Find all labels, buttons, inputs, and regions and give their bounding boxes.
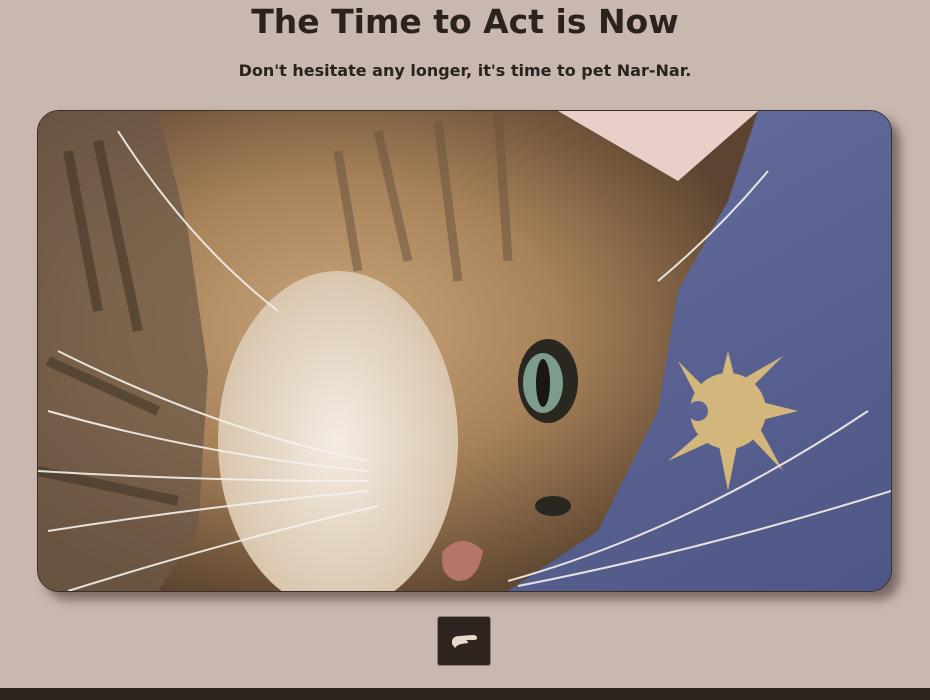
page: The Time to Act is Now Don't hesitate an… [0, 0, 930, 700]
cat-photo [37, 110, 892, 592]
pet-button[interactable] [437, 616, 491, 666]
petting-hand-icon [449, 630, 479, 653]
page-title: The Time to Act is Now [251, 2, 679, 41]
footer-bar [0, 688, 930, 700]
cat-photo-image [38, 111, 891, 591]
page-subtitle: Don't hesitate any longer, it's time to … [238, 61, 692, 80]
